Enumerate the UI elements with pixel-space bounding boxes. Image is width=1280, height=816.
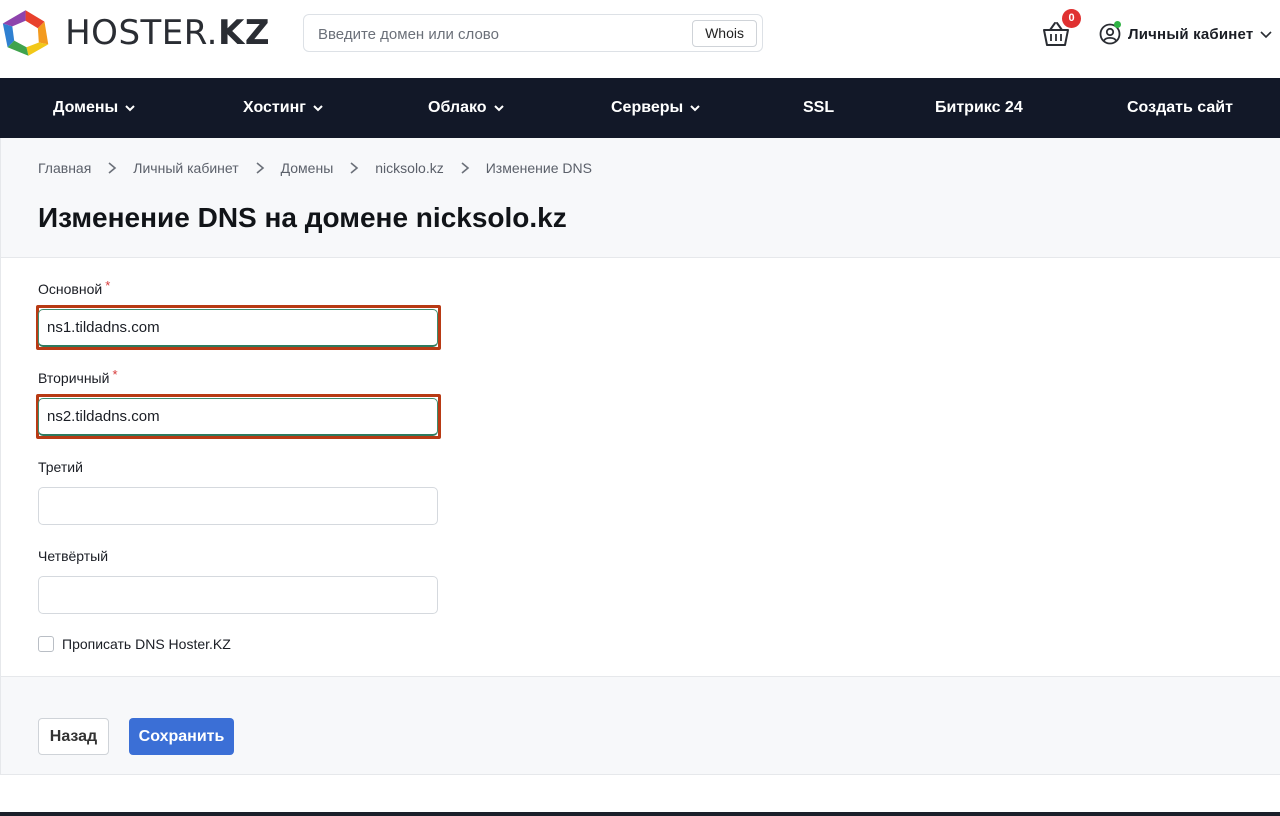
nav-item-hosting[interactable]: Хостинг (243, 78, 324, 138)
chevron-down-icon (313, 105, 323, 112)
breadcrumb-domain[interactable]: nicksolo.kz (375, 160, 443, 176)
breadcrumb-current: Изменение DNS (485, 160, 592, 176)
chevron-right-icon (255, 161, 265, 175)
page-title: Изменение DNS на домене nicksolo.kz (38, 202, 567, 233)
chevron-right-icon (107, 161, 117, 175)
primary-dns-input[interactable] (38, 309, 438, 347)
hoster-dns-option: Прописать DNS Hoster.KZ (38, 636, 231, 652)
chevron-down-icon (493, 105, 504, 112)
nav-item-domains[interactable]: Домены (53, 78, 136, 138)
hoster-dns-checkbox[interactable] (38, 636, 54, 652)
nav-item-servers[interactable]: Серверы (611, 78, 701, 138)
main-nav: Домены Хостинг Облако Серверы SSL Битрик… (0, 78, 1280, 138)
secondary-dns-input[interactable] (38, 398, 438, 436)
account-label: Личный кабинет (1128, 25, 1254, 43)
page-header: Главная Личный кабинет Домены nicksolo.k… (0, 138, 1280, 258)
nav-item-bitrix24[interactable]: Битрикс 24 (935, 78, 1023, 138)
breadcrumb-home[interactable]: Главная (38, 160, 91, 176)
save-button[interactable]: Сохранить (129, 718, 234, 755)
hoster-dns-checkbox-label[interactable]: Прописать DNS Hoster.KZ (62, 636, 231, 652)
logo[interactable]: HOSTER.KZ (0, 6, 270, 60)
back-button[interactable]: Назад (38, 718, 109, 755)
logo-text: HOSTER.KZ (65, 13, 270, 53)
nav-item-ssl[interactable]: SSL (803, 78, 834, 138)
primary-dns-label: Основной * (38, 278, 111, 297)
chevron-down-icon (125, 105, 135, 112)
domain-search: Whois (303, 14, 763, 52)
chevron-down-icon (690, 105, 700, 112)
domain-search-input[interactable] (318, 23, 678, 45)
breadcrumb: Главная Личный кабинет Домены nicksolo.k… (38, 160, 592, 176)
dns-form: Основной* Вторичный* Третий Четвёртый Пр… (0, 258, 1280, 676)
logo-icon (2, 10, 49, 56)
whois-button[interactable]: Whois (692, 20, 757, 47)
nav-item-create-site[interactable]: Создать сайт (1127, 78, 1233, 138)
page-bottom-edge (0, 812, 1280, 816)
site-header: HOSTER.KZ Whois 0 Личный кабинет (0, 0, 1280, 78)
fourth-dns-input[interactable] (38, 576, 438, 614)
breadcrumb-domains[interactable]: Домены (281, 160, 334, 176)
third-dns-input[interactable] (38, 487, 438, 525)
fourth-dns-label: Четвёртый (38, 548, 109, 564)
online-status-dot (1114, 21, 1121, 28)
account-menu[interactable]: Личный кабинет (1099, 21, 1273, 47)
form-actions: Назад Сохранить (0, 676, 1280, 775)
chevron-down-icon (1260, 31, 1272, 39)
third-dns-label: Третий (38, 459, 83, 475)
nav-item-cloud[interactable]: Облако (428, 78, 505, 138)
cart-count-badge: 0 (1062, 9, 1081, 28)
chevron-right-icon (349, 161, 359, 175)
secondary-dns-label: Вторичный * (38, 367, 118, 386)
breadcrumb-account[interactable]: Личный кабинет (133, 160, 238, 176)
chevron-right-icon (460, 161, 470, 175)
